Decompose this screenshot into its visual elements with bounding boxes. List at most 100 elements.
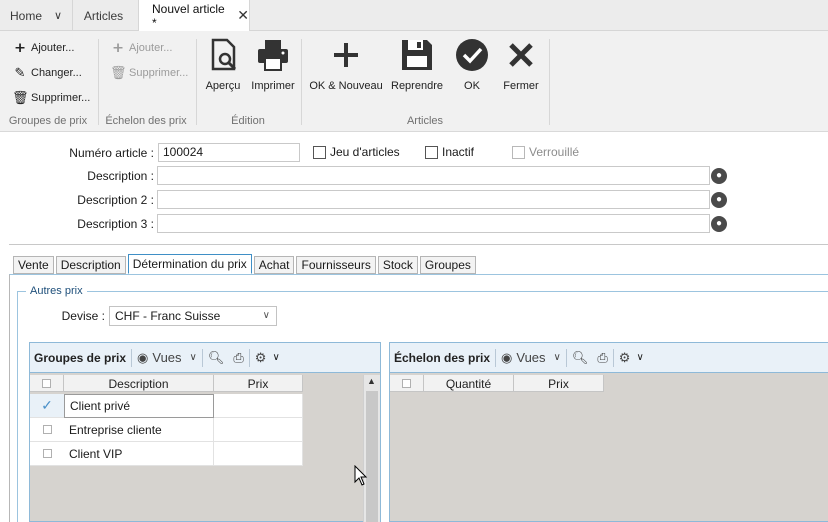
tab-stock[interactable]: Stock: [377, 256, 418, 274]
divider: [9, 244, 828, 245]
globe-icon[interactable]: ●: [711, 167, 727, 184]
description-row: Description : ●: [60, 166, 727, 185]
ok-button[interactable]: OK: [451, 37, 493, 99]
grid-title: Échelon des prix: [394, 350, 491, 365]
trash-icon: 🗑︎: [110, 65, 127, 80]
printer-icon[interactable]: ⎙: [233, 350, 243, 366]
gear-icon[interactable]: ⚙︎: [255, 350, 267, 366]
grid-title: Groupes de prix: [34, 350, 127, 365]
select-all-checkbox[interactable]: [30, 375, 64, 392]
echelon-des-prix-grid: Échelon des prix ◉ Vues ∨ 🔍︎ ⎙ ⚙︎ ∨ Quan…: [389, 342, 828, 522]
apercu-button[interactable]: Aperçu: [202, 37, 244, 99]
description2-input[interactable]: [157, 190, 710, 209]
select-all-checkbox[interactable]: [390, 375, 424, 392]
tab-nouvel-article[interactable]: Nouvel article * ✕: [138, 0, 250, 31]
table-row[interactable]: Entreprise cliente: [30, 418, 303, 442]
description2-row: Description 2 : ●: [60, 190, 727, 209]
ribbon-group-groupes-de-prix: ➕︎ Ajouter... ✎ Changer... 🗑︎ Supprimer.…: [0, 31, 96, 132]
jeu-articles-checkbox[interactable]: Jeu d'articles: [313, 145, 400, 159]
preview-icon[interactable]: 🔍︎: [208, 350, 225, 366]
vues-button[interactable]: ◉ Vues ∨: [501, 350, 561, 366]
globe-icon[interactable]: ●: [711, 191, 727, 208]
table-row[interactable]: ✓ Client privé: [30, 394, 303, 418]
grid-header: Description Prix: [30, 375, 303, 392]
cell-description[interactable]: Client privé: [64, 394, 214, 418]
tab-articles-label: Articles: [83, 8, 124, 23]
tab-determination-du-prix[interactable]: Détermination du prix: [127, 254, 252, 274]
chevron-down-icon[interactable]: ∨: [54, 9, 62, 22]
chevron-down-icon[interactable]: ∨: [272, 352, 279, 363]
inactif-label: Inactif: [442, 145, 475, 159]
tab-achat[interactable]: Achat: [253, 256, 295, 274]
tab-home[interactable]: Home ∨: [0, 0, 72, 31]
column-header-description[interactable]: Description: [64, 375, 214, 392]
row-checkbox[interactable]: [30, 418, 64, 441]
table-row[interactable]: Client VIP: [30, 442, 303, 466]
scroll-up-icon[interactable]: ▲: [367, 376, 376, 386]
description3-label: Description 3 :: [77, 216, 154, 231]
ajouter-label: Ajouter...: [129, 42, 173, 54]
toolbar-separator: [248, 348, 250, 367]
close-icon: [509, 43, 533, 67]
description-input[interactable]: [157, 166, 710, 185]
column-header-prix[interactable]: Prix: [214, 375, 303, 392]
pencil-icon: ✎: [14, 65, 26, 80]
tab-description[interactable]: Description: [55, 256, 126, 274]
supprimer-groupe-button[interactable]: 🗑︎ Supprimer...: [12, 89, 90, 107]
devise-select[interactable]: CHF - Franc Suisse ∨: [109, 306, 277, 326]
changer-groupe-button[interactable]: ✎ Changer...: [12, 64, 82, 82]
checkbox-box[interactable]: [425, 145, 438, 159]
tab-fournisseurs[interactable]: Fournisseurs: [296, 256, 376, 274]
reprendre-label: Reprendre: [391, 80, 443, 92]
tab-groupes[interactable]: Groupes: [419, 256, 476, 274]
close-icon[interactable]: ✕: [237, 7, 249, 24]
ajouter-echelon-button[interactable]: ➕︎ Ajouter...: [110, 39, 172, 57]
tab-vente[interactable]: Vente: [13, 256, 54, 274]
cell-description[interactable]: Client VIP: [64, 442, 214, 466]
ok-nouveau-label: OK & Nouveau: [309, 80, 383, 92]
gear-icon[interactable]: ⚙︎: [619, 350, 631, 366]
cell-description[interactable]: Entreprise cliente: [64, 418, 214, 442]
inactif-checkbox[interactable]: Inactif: [425, 145, 474, 159]
checkbox-box[interactable]: [402, 379, 411, 388]
group-name: Articles: [406, 115, 444, 127]
printer-icon[interactable]: ⎙: [597, 350, 607, 366]
reprendre-button[interactable]: Reprendre: [389, 37, 445, 99]
vertical-scrollbar[interactable]: ▲: [363, 375, 380, 522]
ajouter-label: Ajouter...: [31, 42, 75, 54]
checkbox-box[interactable]: [42, 449, 52, 458]
vues-button[interactable]: ◉ Vues ∨: [137, 350, 197, 366]
scrollbar-thumb[interactable]: [366, 391, 378, 522]
checkbox-box[interactable]: [42, 425, 52, 434]
row-checkbox[interactable]: [30, 442, 64, 465]
verrouille-checkbox[interactable]: Verrouillé: [512, 145, 579, 159]
grid-header: Quantité Prix: [390, 375, 604, 392]
description2-label: Description 2 :: [77, 192, 154, 207]
changer-label: Changer...: [31, 67, 82, 79]
checkbox-box[interactable]: [313, 145, 326, 159]
description3-row: Description 3 : ●: [60, 214, 727, 233]
column-header-quantite[interactable]: Quantité: [424, 375, 514, 392]
description3-input[interactable]: [157, 214, 710, 233]
column-header-prix[interactable]: Prix: [514, 375, 604, 392]
tab-articles[interactable]: Articles: [72, 0, 134, 31]
fermer-button[interactable]: Fermer: [499, 37, 543, 99]
eye-icon: ◉: [137, 349, 149, 365]
ribbon: ➕︎ Ajouter... ✎ Changer... 🗑︎ Supprimer.…: [0, 31, 828, 132]
imprimer-button[interactable]: Imprimer: [250, 37, 296, 99]
ok-nouveau-button[interactable]: OK & Nouveau: [309, 37, 383, 99]
ribbon-group-edition: Aperçu Imprimer Édition: [196, 31, 300, 132]
checkbox-box[interactable]: [512, 145, 525, 159]
cell-prix[interactable]: [214, 442, 303, 466]
numero-article-input[interactable]: 100024: [158, 143, 300, 162]
globe-icon[interactable]: ●: [711, 215, 727, 232]
checkbox-box[interactable]: [42, 379, 51, 388]
check-icon[interactable]: ✓: [30, 394, 64, 417]
group-name: Échelon des prix: [105, 115, 187, 127]
supprimer-echelon-button[interactable]: 🗑︎ Supprimer...: [110, 64, 188, 82]
chevron-down-icon[interactable]: ∨: [636, 352, 643, 363]
cell-prix[interactable]: [214, 394, 303, 418]
preview-icon[interactable]: 🔍︎: [572, 350, 589, 366]
ajouter-groupe-button[interactable]: ➕︎ Ajouter...: [12, 39, 74, 57]
cell-prix[interactable]: [214, 418, 303, 442]
